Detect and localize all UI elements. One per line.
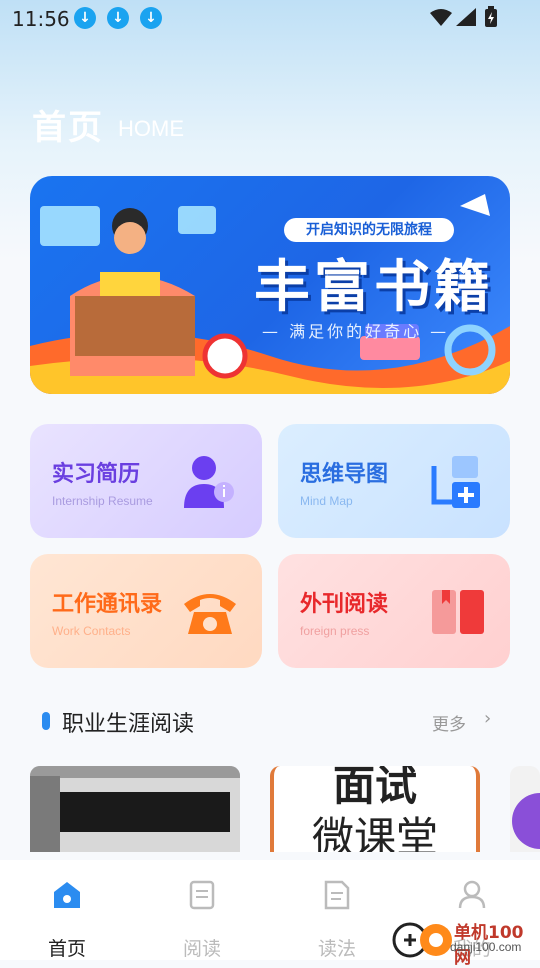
watermark-url: danji100.com xyxy=(450,940,522,954)
tab-label: 读法 xyxy=(317,938,356,960)
card-work-contacts[interactable]: 工作通讯录 Work Contacts xyxy=(30,554,262,668)
card-title: 思维导图 xyxy=(300,462,389,487)
battery-icon xyxy=(485,6,497,27)
banner-title: 丰富书籍 xyxy=(254,255,494,320)
article-thumbnail[interactable] xyxy=(510,766,540,852)
telephone-icon xyxy=(184,594,236,634)
card-title: 工作通讯录 xyxy=(52,592,163,617)
notes-icon xyxy=(324,880,350,910)
download-icon: ↓ xyxy=(74,7,96,29)
thumbnail-subtitle: 微课堂 xyxy=(311,813,438,852)
section-title: 职业生涯阅读 xyxy=(62,712,195,737)
banner-subtitle: — 满足你的好奇心 — xyxy=(262,322,450,341)
card-subtitle: Mind Map xyxy=(300,494,353,508)
tab-home[interactable]: 首页 xyxy=(27,876,107,960)
signal-icon xyxy=(456,8,476,26)
page-title: 首页 xyxy=(32,108,104,148)
card-title: 外刊阅读 xyxy=(300,592,389,617)
person-info-icon xyxy=(184,456,234,508)
card-mind-map[interactable]: 思维导图 Mind Map xyxy=(278,424,510,538)
chevron-right-icon[interactable]: › xyxy=(484,708,491,729)
card-internship-resume[interactable]: 实习简历 Internship Resume xyxy=(30,424,262,538)
home-icon xyxy=(54,882,80,908)
section-accent-bar xyxy=(42,712,50,730)
tab-method[interactable]: 读法 xyxy=(297,876,377,960)
card-title: 实习简历 xyxy=(52,462,141,487)
card-subtitle: Work Contacts xyxy=(52,624,131,638)
tab-label: 首页 xyxy=(47,938,86,960)
mind-map-add-icon xyxy=(431,456,480,508)
download-icon: ↓ xyxy=(107,7,129,29)
tab-label: 阅读 xyxy=(182,938,221,960)
book-icon xyxy=(432,590,484,634)
status-time: 11:56 xyxy=(12,7,70,31)
more-link[interactable]: 更多 xyxy=(432,710,466,735)
tab-read[interactable]: 阅读 xyxy=(162,876,242,960)
card-subtitle: Internship Resume xyxy=(52,494,153,508)
card-subtitle: foreign press xyxy=(300,624,370,638)
article-thumbnail[interactable]: 面试 微课堂 xyxy=(270,766,480,852)
tab-mine[interactable]: 我的 xyxy=(432,876,512,960)
promo-banner[interactable]: 开启知识的无限旅程 丰富书籍 — 满足你的好奇心 — xyxy=(30,176,510,394)
status-bar: 11:56 ↓ ↓ ↓ xyxy=(0,0,540,36)
watermark-logo xyxy=(392,922,452,958)
wifi-icon xyxy=(430,9,452,26)
banner-tagline: 开启知识的无限旅程 xyxy=(284,218,454,242)
user-icon xyxy=(458,880,486,909)
article-thumbnail[interactable] xyxy=(30,766,240,852)
page-subtitle: HOME xyxy=(118,116,184,141)
document-icon xyxy=(189,880,215,910)
classroom-image xyxy=(30,766,240,852)
card-foreign-press[interactable]: 外刊阅读 foreign press xyxy=(278,554,510,668)
download-icon: ↓ xyxy=(140,7,162,29)
watermark: 单机100网 danji100.com xyxy=(392,918,540,968)
